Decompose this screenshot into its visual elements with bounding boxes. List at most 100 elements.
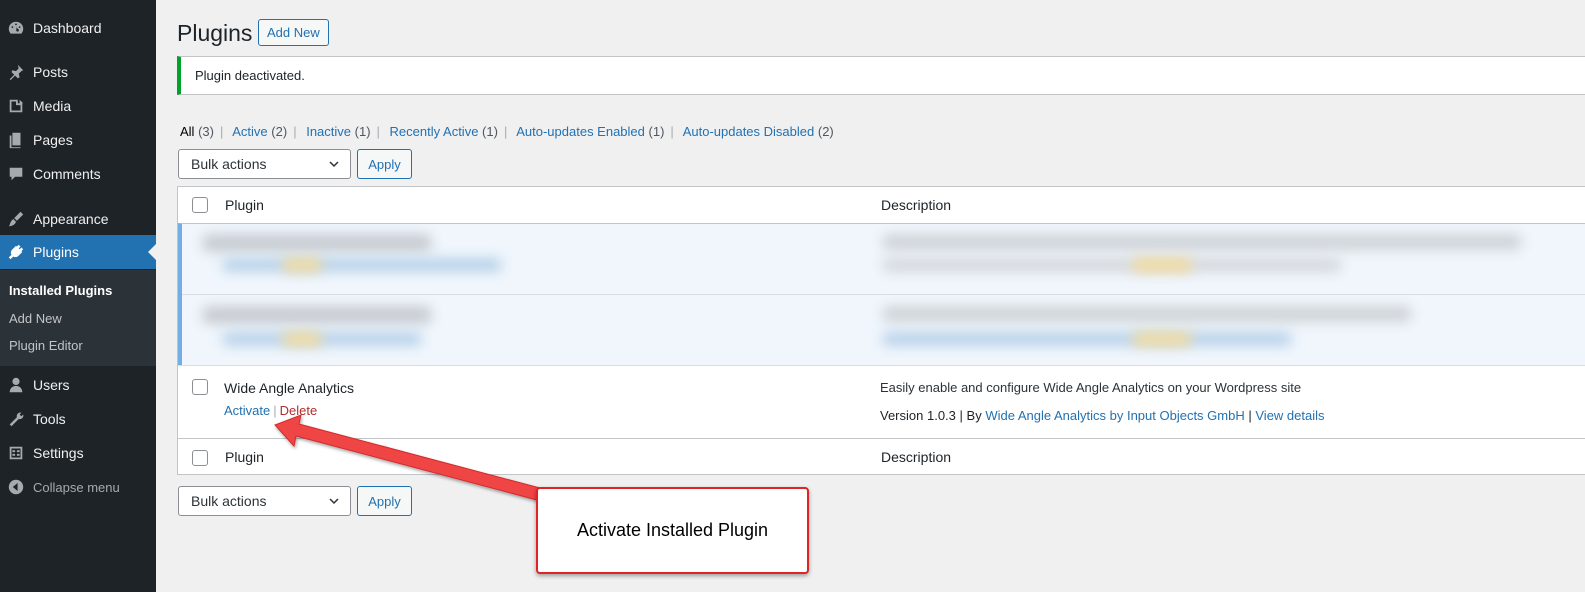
plugins-submenu: Installed Plugins Add New Plugin Editor — [0, 270, 156, 366]
sidebar-item-tools[interactable]: Tools — [0, 402, 156, 436]
table-header: Plugin Description — [178, 187, 1585, 223]
dashboard-icon — [6, 18, 26, 38]
sidebar-item-label: Dashboard — [33, 20, 102, 36]
plugin-checkbox[interactable] — [192, 379, 208, 395]
notice-text: Plugin deactivated. — [195, 68, 305, 83]
page-title: Plugins — [177, 20, 253, 46]
meta-separator: | — [1248, 408, 1252, 423]
meta-separator: | — [959, 408, 963, 423]
filter-all[interactable]: All — [180, 124, 194, 139]
redacted-block — [222, 332, 422, 346]
bulk-actions-select-bottom[interactable]: Bulk actions — [178, 486, 351, 516]
comment-icon — [6, 164, 26, 184]
bulk-actions-label: Bulk actions — [191, 156, 267, 172]
sidebar-item-plugins[interactable]: Plugins — [0, 235, 156, 269]
user-icon — [6, 375, 26, 395]
redacted-block — [882, 234, 1522, 250]
plugin-name: Wide Angle Analytics — [224, 380, 354, 396]
redacted-block — [882, 332, 1292, 346]
sidebar-item-label: Appearance — [33, 211, 109, 227]
filter-separator: | — [376, 124, 380, 139]
sidebar-item-label: Media — [33, 98, 72, 114]
sidebar-item-label: Plugins — [33, 244, 79, 260]
redacted-block — [882, 306, 1412, 322]
plugin-meta: Version 1.0.3 | By Wide Angle Analytics … — [880, 408, 1325, 423]
redacted-block — [1132, 332, 1192, 346]
sidebar-item-posts[interactable]: Posts — [0, 55, 156, 89]
row-divider — [182, 294, 1585, 295]
annotation-text: Activate Installed Plugin — [576, 520, 769, 540]
filter-separator: | — [293, 124, 297, 139]
filter-auto-updates-disabled-count: (2) — [817, 124, 834, 139]
plugin-version: Version 1.0.3 — [880, 408, 956, 423]
row-actions: Activate | Delete — [224, 403, 317, 418]
collapse-menu-label: Collapse menu — [33, 479, 120, 495]
filter-recently-active[interactable]: Recently Active — [390, 124, 479, 139]
admin-sidebar: Dashboard Posts Media Pages Comments App… — [0, 0, 156, 592]
activate-link[interactable]: Activate — [224, 403, 270, 418]
pushpin-icon — [6, 62, 26, 82]
filter-active[interactable]: Active — [232, 124, 267, 139]
submenu-add-new[interactable]: Add New — [9, 311, 62, 326]
settings-icon — [6, 443, 26, 463]
plugin-row-wide-angle-analytics: Wide Angle Analytics Activate | Delete Eas… — [178, 365, 1585, 438]
filter-inactive-count: (1) — [354, 124, 371, 139]
bulk-actions-select-top[interactable]: Bulk actions — [178, 149, 351, 179]
filter-active-count: (2) — [271, 124, 288, 139]
wrench-icon — [6, 409, 26, 429]
chevron-down-icon — [329, 498, 339, 505]
plugin-by: By — [966, 408, 982, 423]
apply-button-top[interactable]: Apply — [357, 149, 412, 179]
plugins-table: Plugin Description Wide Angle Analytics … — [177, 186, 1585, 475]
sidebar-item-appearance[interactable]: Appearance — [0, 202, 156, 236]
submenu-installed-plugins[interactable]: Installed Plugins — [9, 283, 112, 298]
filter-recently-active-count: (1) — [482, 124, 498, 139]
apply-button-bottom[interactable]: Apply — [357, 486, 412, 516]
filter-separator: | — [670, 124, 674, 139]
redacted-plugin-rows — [178, 223, 1585, 365]
redacted-block — [202, 234, 432, 252]
plugin-filter-links: All (3) | Active (2) | Inactive (1) | Recen… — [180, 124, 834, 139]
view-details-link[interactable]: View details — [1255, 408, 1324, 423]
main-content: Plugins Add New Plugin deactivated. All … — [156, 0, 1585, 592]
sidebar-item-label: Users — [33, 377, 70, 393]
sidebar-item-comments[interactable]: Comments — [0, 157, 156, 191]
annotation-callout: Activate Installed Plugin — [536, 487, 809, 574]
redacted-block — [282, 332, 322, 346]
media-icon — [6, 96, 26, 116]
sidebar-item-label: Pages — [33, 132, 73, 148]
redacted-block — [202, 306, 432, 324]
sidebar-item-label: Settings — [33, 445, 84, 461]
pages-icon — [6, 130, 26, 150]
sidebar-item-media[interactable]: Media — [0, 89, 156, 123]
select-all-checkbox-footer[interactable] — [192, 450, 208, 466]
redacted-block — [882, 258, 1342, 272]
filter-auto-updates-enabled-count: (1) — [648, 124, 665, 139]
sidebar-item-label: Comments — [33, 166, 101, 182]
submenu-plugin-editor[interactable]: Plugin Editor — [9, 338, 83, 353]
plug-icon — [6, 242, 26, 262]
collapse-icon — [6, 477, 26, 497]
delete-link[interactable]: Delete — [280, 403, 318, 418]
filter-inactive[interactable]: Inactive — [306, 124, 351, 139]
column-plugin-footer: Plugin — [225, 449, 264, 465]
sidebar-item-pages[interactable]: Pages — [0, 123, 156, 157]
select-all-checkbox[interactable] — [192, 197, 208, 213]
redacted-block — [222, 258, 502, 272]
table-footer: Plugin Description — [178, 438, 1585, 475]
filter-auto-updates-disabled[interactable]: Auto-updates Disabled — [683, 124, 815, 139]
sidebar-item-dashboard[interactable]: Dashboard — [0, 11, 156, 45]
plugin-author-link[interactable]: Wide Angle Analytics by Input Objects Gm… — [985, 408, 1244, 423]
add-new-button[interactable]: Add New — [258, 19, 329, 46]
column-description-header: Description — [881, 197, 952, 213]
sidebar-item-users[interactable]: Users — [0, 368, 156, 402]
collapse-menu-button[interactable]: Collapse menu — [0, 470, 156, 504]
chevron-down-icon — [329, 161, 339, 168]
sidebar-item-label: Tools — [33, 411, 66, 427]
filter-all-count: (3) — [198, 124, 214, 139]
sidebar-item-settings[interactable]: Settings — [0, 436, 156, 470]
filter-auto-updates-enabled[interactable]: Auto-updates Enabled — [516, 124, 645, 139]
notice-success: Plugin deactivated. — [177, 56, 1585, 95]
filter-separator: | — [219, 124, 224, 139]
bulk-actions-label: Bulk actions — [191, 493, 267, 509]
